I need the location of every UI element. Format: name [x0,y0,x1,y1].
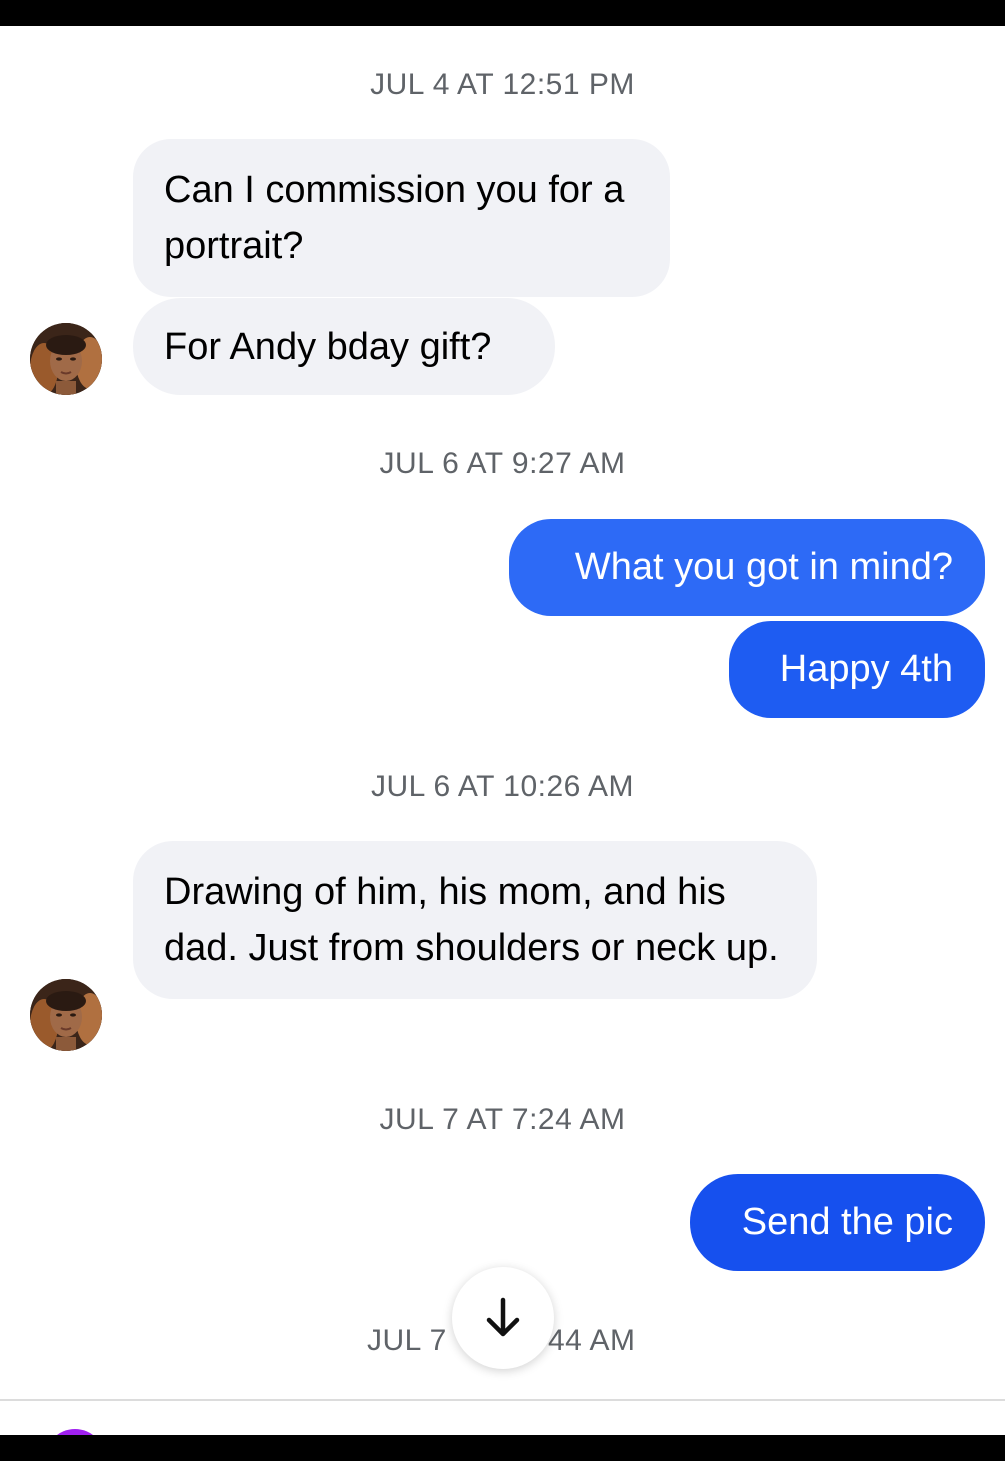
timestamp: JUL 7 AT 7:24 AM [379,1103,626,1136]
timestamp-partial-right: 44 AM [548,1324,636,1357]
composer-divider [0,1399,1005,1401]
incoming-message-bubble[interactable]: For Andy bday gift? [133,298,555,395]
timestamp: JUL 6 AT 9:27 AM [379,447,626,480]
contact-avatar-icon [30,979,102,1051]
timestamp-partial-left: JUL 7 [367,1324,447,1357]
outgoing-message-bubble[interactable]: Send the pic [690,1174,985,1271]
scroll-to-bottom-button[interactable] [452,1267,554,1369]
incoming-message-bubble[interactable]: Drawing of him, his mom, and his dad. Ju… [133,841,817,999]
incoming-message-bubble[interactable]: Can I commission you for a portrait? [133,139,670,297]
message-thread[interactable]: JUL 4 AT 12:51 PM Can I commission you f… [0,26,1005,1435]
outgoing-message-bubble[interactable]: What you got in mind? [509,519,985,616]
outgoing-message-bubble[interactable]: Happy 4th [729,621,985,718]
timestamp: JUL 4 AT 12:51 PM [370,68,635,101]
bottom-bar [0,1435,1005,1461]
timestamp: JUL 6 AT 10:26 AM [370,770,635,803]
status-bar [0,0,1005,26]
arrow-down-icon [486,1297,520,1337]
contact-avatar[interactable] [30,979,102,1051]
contact-avatar-icon [30,323,102,395]
contact-avatar[interactable] [30,323,102,395]
